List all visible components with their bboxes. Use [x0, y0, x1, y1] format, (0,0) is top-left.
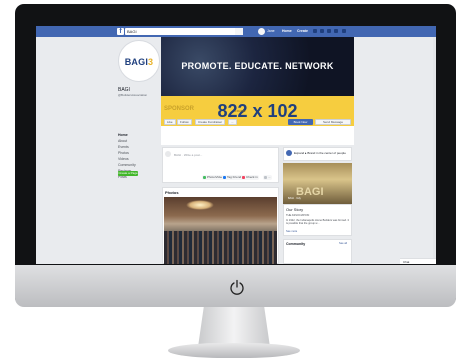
power-icon[interactable]: [229, 279, 245, 295]
logo-main-text: BAGI: [124, 57, 149, 67]
user-avatar[interactable]: [258, 28, 265, 35]
composer-button-label: ...: [268, 175, 271, 179]
search-value: BAGI: [127, 29, 137, 34]
composer-button-label: Check in: [246, 175, 258, 179]
sidebar-item-about[interactable]: About: [118, 139, 127, 143]
our-story-title: Our Story: [286, 207, 304, 212]
expand-text[interactable]: Expand ▸ Brand in the center of people: [294, 151, 351, 155]
screen: f BAGI Jane Home Create BAGI3 BAGI @Buil…: [36, 26, 436, 264]
scrollbar[interactable]: [433, 37, 436, 258]
friend-requests-icon[interactable]: [313, 29, 317, 33]
logo-accent-text: 3: [148, 57, 154, 67]
chandelier-highlight: [186, 200, 214, 210]
sidebar-item-events[interactable]: Events: [118, 145, 129, 149]
sidebar-item-community[interactable]: Community: [118, 163, 136, 167]
story-caption: BAGI · Indy: [288, 197, 301, 200]
send-message-button[interactable]: Send Message: [315, 119, 351, 125]
expand-avatar: [286, 150, 292, 156]
create-page-button[interactable]: Create a Page: [118, 171, 138, 176]
sidebar-item-videos[interactable]: Videos: [118, 157, 129, 161]
see-more-link[interactable]: See more: [286, 230, 297, 233]
follow-button[interactable]: Follow: [177, 119, 192, 125]
composer-prompt[interactable]: BAGI · Write a post...: [174, 153, 202, 157]
story-heading: THE ASSOCIATION: [286, 214, 310, 217]
messenger-icon[interactable]: [320, 29, 324, 33]
cover-tagline: PROMOTE. EDUCATE. NETWORK: [181, 61, 334, 71]
composer-button-2[interactable]: Check in: [241, 175, 259, 180]
composer-placeholder: Write a post...: [183, 153, 203, 157]
composer-button-icon: [242, 176, 245, 179]
notifications-icon[interactable]: [327, 29, 331, 33]
composer-button-icon: [203, 176, 206, 179]
composer-avatar: [165, 151, 171, 157]
more-button[interactable]: ...: [228, 119, 237, 125]
facebook-logo-icon[interactable]: f: [117, 28, 124, 35]
composer-button-label: Photo/Video: [207, 175, 224, 179]
chat-bar[interactable]: Chat: [400, 258, 436, 264]
create-fundraiser-button[interactable]: Create Fundraiser: [195, 119, 226, 125]
monitor-stand: [198, 307, 270, 347]
composer-button-icon: [264, 176, 267, 179]
sidebar-item-home[interactable]: Home: [118, 133, 128, 137]
community-title: Community: [286, 242, 306, 246]
search-icon[interactable]: [235, 28, 243, 35]
composer-name: BAGI: [174, 153, 182, 157]
story-body: In 1922, the Indianapolis Home Builders …: [286, 219, 350, 226]
composer-button-3[interactable]: ...: [263, 175, 272, 180]
action-bar: [161, 126, 354, 145]
page-handle[interactable]: @BuildersAssociation: [118, 93, 147, 97]
cover-photo[interactable]: PROMOTE. EDUCATE. NETWORK SPONSOR 822 x …: [161, 37, 354, 145]
composer-button-icon: [223, 176, 226, 179]
search-input[interactable]: BAGI: [125, 28, 243, 35]
monitor-base: [168, 343, 300, 358]
size-suffix: FRAME: [235, 109, 246, 113]
home-link[interactable]: Home: [282, 29, 292, 33]
sidebar-item-photos[interactable]: Photos: [118, 151, 129, 155]
book-now-button[interactable]: Book Now: [288, 119, 313, 125]
like-button[interactable]: Like: [164, 119, 176, 125]
crowd-image: [164, 231, 277, 264]
help-icon[interactable]: [334, 29, 338, 33]
composer-button-0[interactable]: Photo/Video: [202, 175, 225, 180]
user-name-link[interactable]: Jane: [267, 29, 275, 33]
photos-title[interactable]: Photos: [165, 190, 179, 195]
create-link[interactable]: Create: [297, 29, 308, 33]
page-logo: BAGI3: [119, 57, 159, 67]
see-all-link[interactable]: See all: [339, 242, 347, 245]
account-menu-icon[interactable]: [342, 29, 346, 33]
